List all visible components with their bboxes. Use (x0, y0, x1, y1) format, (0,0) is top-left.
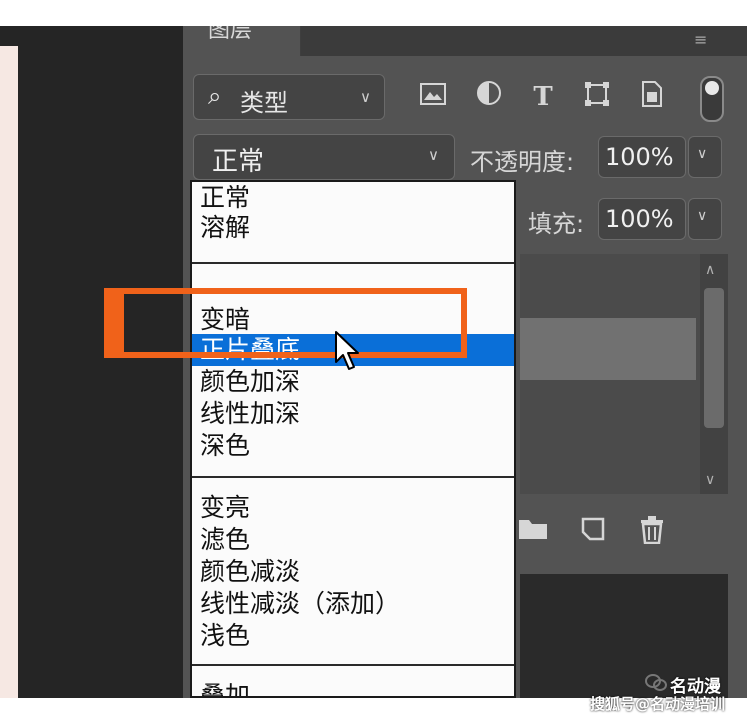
layers-bottom-toolbar (520, 506, 728, 556)
menu-item-linear-burn[interactable]: 线性加深 (200, 398, 300, 430)
shape-filter-icon[interactable] (580, 80, 614, 114)
menu-item-linear-dodge[interactable]: 线性减淡（添加） (200, 588, 400, 620)
blend-mode-value: 正常 (212, 147, 265, 177)
smart-object-filter-icon[interactable] (634, 80, 668, 114)
scroll-down-icon[interactable]: ∨ (705, 472, 715, 488)
adjustment-filter-icon[interactable] (472, 80, 506, 114)
menu-separator (192, 476, 514, 478)
annotation-highlight-marker (104, 288, 124, 358)
menu-item-dissolve[interactable]: 溶解 (200, 212, 250, 244)
opacity-label: 不透明度: (470, 148, 575, 176)
fill-label: 填充: (528, 210, 585, 238)
chevron-down-icon: ∨ (697, 208, 708, 224)
menu-item-darker-color[interactable]: 深色 (200, 430, 250, 462)
menu-item-normal[interactable]: 正常 (200, 182, 250, 214)
layers-panel-layer: 图层 ≡ ⌕ 类型 ∨ T 正常 ∨ 不透明度: 100% ∨ 填充: 100%… (0, 26, 747, 698)
menu-item-screen[interactable]: 滤色 (200, 524, 250, 556)
filter-type-label: 类型 (240, 89, 288, 117)
image-filter-icon[interactable] (416, 80, 450, 114)
menu-item-overlay[interactable]: 叠加 (200, 680, 250, 696)
blend-mode-dropdown-menu[interactable]: 正常 溶解 变暗 正片叠底 颜色加深 线性加深 深色 变亮 滤色 颜色减淡 线性… (190, 180, 516, 698)
menu-item-color-dodge[interactable]: 颜色减淡 (200, 556, 300, 588)
trash-icon[interactable] (640, 516, 664, 551)
mouse-cursor-icon (334, 330, 362, 378)
chevron-down-icon: ∨ (360, 88, 371, 106)
filter-toggle[interactable] (700, 76, 724, 122)
new-layer-icon[interactable] (580, 516, 606, 549)
layer-filter-type-select[interactable] (193, 74, 385, 120)
fill-value: 100% (605, 205, 674, 233)
scrollbar-thumb[interactable] (704, 288, 724, 428)
menu-item-lighter-color[interactable]: 浅色 (200, 620, 250, 652)
menu-separator (192, 262, 514, 264)
group-folder-icon[interactable] (518, 516, 548, 547)
tab-layers[interactable]: 图层 (190, 26, 301, 56)
annotation-highlight-box (104, 288, 467, 358)
menu-separator (192, 664, 514, 666)
panel-tab-bar (282, 26, 747, 56)
opacity-value: 100% (605, 143, 674, 171)
chevron-down-icon: ∨ (697, 146, 708, 162)
panel-menu-icon[interactable]: ≡ (694, 30, 707, 49)
text-filter-icon[interactable]: T (526, 80, 560, 114)
watermark-text: 搜狐号@名动漫培训 (590, 695, 726, 713)
chevron-down-icon: ∨ (428, 146, 439, 164)
search-icon: ⌕ (208, 82, 222, 110)
layer-row[interactable] (520, 318, 696, 380)
tab-layers-label: 图层 (208, 26, 253, 43)
menu-item-lighten[interactable]: 变亮 (200, 492, 250, 524)
scroll-up-icon[interactable]: ∧ (705, 262, 715, 278)
menu-item-color-burn[interactable]: 颜色加深 (200, 366, 300, 398)
